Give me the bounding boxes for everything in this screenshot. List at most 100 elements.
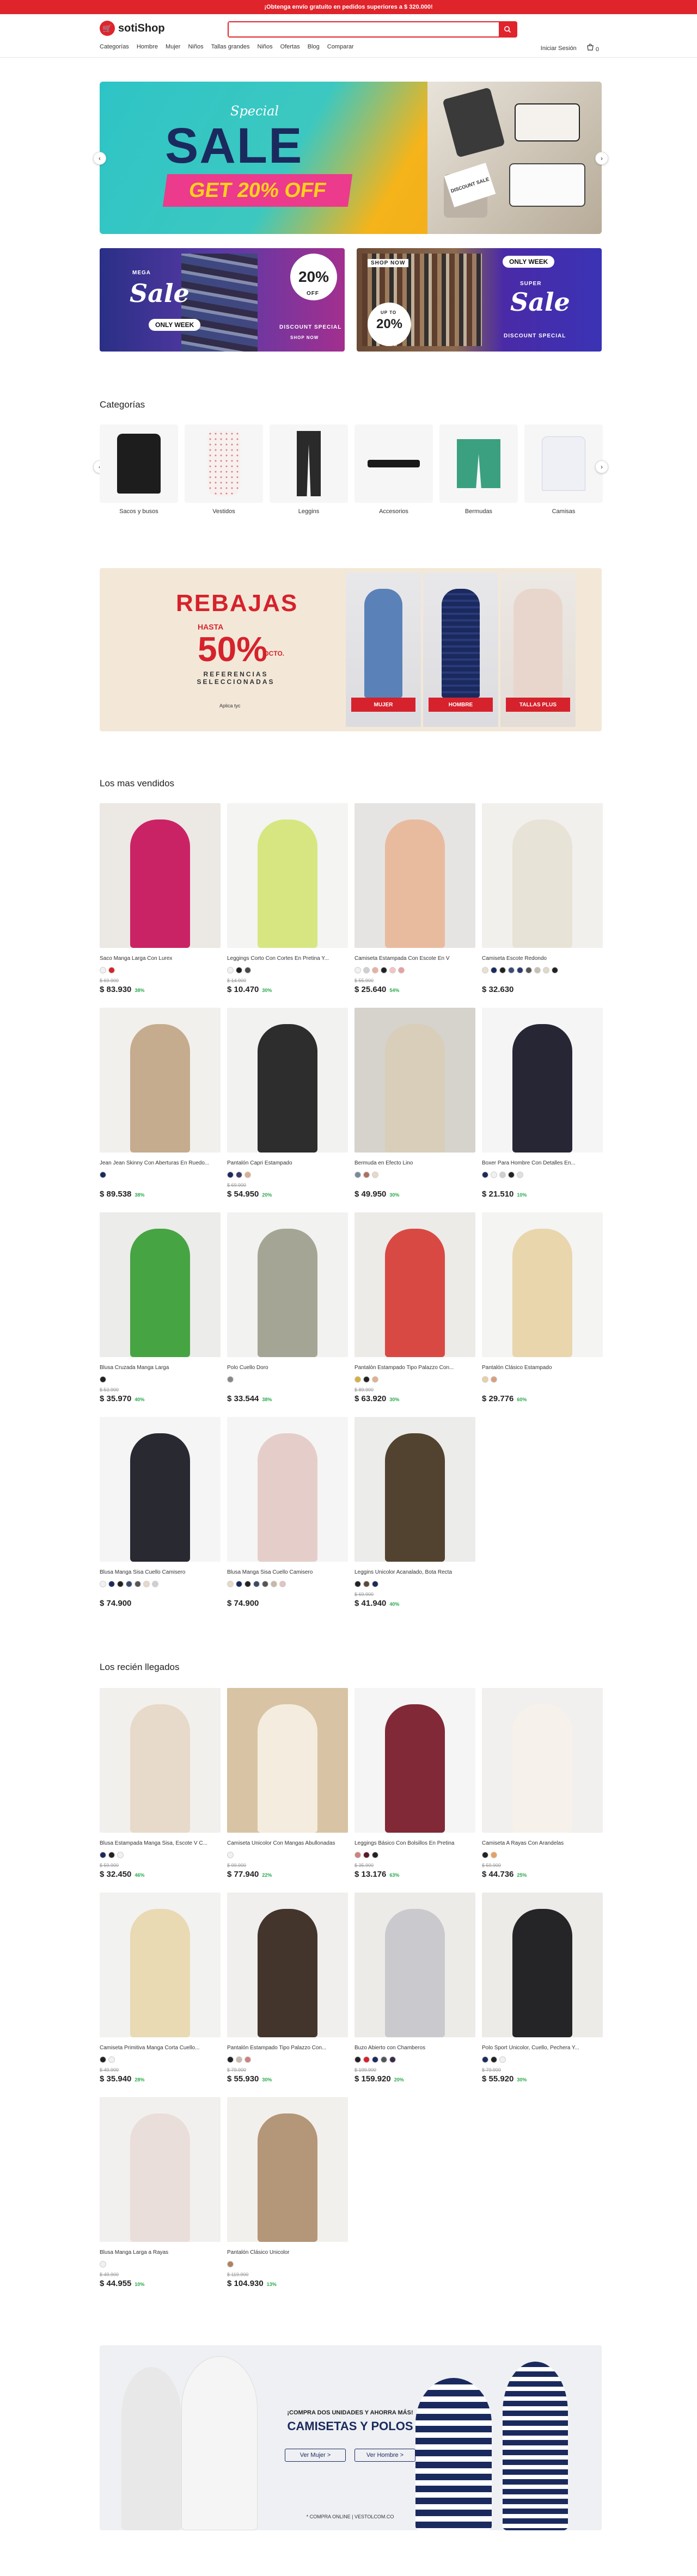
color-swatch[interactable] xyxy=(491,2056,497,2063)
color-swatch[interactable] xyxy=(363,1852,370,1858)
product-name[interactable]: Polo Cuello Doro xyxy=(227,1365,348,1371)
color-swatch[interactable] xyxy=(508,1172,515,1178)
product-image[interactable] xyxy=(227,1893,348,2037)
color-swatch[interactable] xyxy=(534,967,541,973)
color-swatch[interactable] xyxy=(244,2056,251,2063)
color-swatch[interactable] xyxy=(236,1172,242,1178)
color-swatch[interactable] xyxy=(389,2056,396,2063)
product-card[interactable]: Blusa Manga Larga a Rayas $ 49.900 $ 44.… xyxy=(100,2097,221,2295)
color-swatch[interactable] xyxy=(227,2261,234,2267)
rebajas-mujer-button[interactable]: MUJER xyxy=(351,698,415,712)
color-swatch[interactable] xyxy=(236,2056,242,2063)
product-card[interactable]: Boxer Para Hombre Con Detalles En... $ 2… xyxy=(482,1008,603,1206)
rebajas-plus-button[interactable]: TALLAS PLUS xyxy=(506,698,570,712)
color-swatch[interactable] xyxy=(354,1376,361,1383)
nav-ofertas[interactable]: Ofertas xyxy=(280,44,300,50)
color-swatch[interactable] xyxy=(108,1581,115,1587)
color-swatch[interactable] xyxy=(363,2056,370,2063)
product-name[interactable]: Buzo Abierto con Chamberos xyxy=(354,2045,475,2051)
product-image[interactable] xyxy=(354,1688,475,1833)
product-image[interactable] xyxy=(227,1008,348,1153)
color-swatch[interactable] xyxy=(363,1581,370,1587)
product-card[interactable]: Camiseta Estampada Con Escote En V $ 55.… xyxy=(354,803,475,1001)
product-card[interactable]: Leggings Corto Con Cortes En Pretina Y..… xyxy=(227,803,348,1001)
category-vestidos[interactable]: Vestidos xyxy=(185,424,263,522)
product-name[interactable]: Blusa Cruzada Manga Larga xyxy=(100,1365,221,1371)
product-image[interactable] xyxy=(100,1688,221,1833)
color-swatch[interactable] xyxy=(508,967,515,973)
color-swatch[interactable] xyxy=(482,967,488,973)
product-card[interactable]: Blusa Estampada Manga Sisa, Escote V C..… xyxy=(100,1688,221,1886)
color-swatch[interactable] xyxy=(253,1581,260,1587)
product-card[interactable]: Pantalón Estampado Tipo Palazzo Con... $… xyxy=(354,1212,475,1410)
product-image[interactable] xyxy=(354,1417,475,1562)
promo-super-sale[interactable]: SHOP NOW 20% UP TO ONLY WEEK SUPER Sale … xyxy=(357,248,602,352)
color-swatch[interactable] xyxy=(517,967,523,973)
color-swatch[interactable] xyxy=(398,967,405,973)
product-name[interactable]: Bermuda en Efecto Lino xyxy=(354,1160,475,1166)
product-name[interactable]: Camiseta Estampada Con Escote En V xyxy=(354,956,475,962)
color-swatch[interactable] xyxy=(372,1581,378,1587)
color-swatch[interactable] xyxy=(236,967,242,973)
product-image[interactable] xyxy=(227,1688,348,1833)
product-name[interactable]: Camiseta A Rayas Con Arandelas xyxy=(482,1840,603,1846)
product-card[interactable]: Pantalón Estampado Tipo Palazzo Con... $… xyxy=(227,1893,348,2091)
nav-hombre[interactable]: Hombre xyxy=(137,44,158,50)
color-swatch[interactable] xyxy=(354,1581,361,1587)
color-swatch[interactable] xyxy=(372,1852,378,1858)
color-swatch[interactable] xyxy=(363,1376,370,1383)
product-card[interactable]: Camiseta Unicolor Con Mangas Abullonadas… xyxy=(227,1688,348,1886)
search-input[interactable] xyxy=(229,22,499,36)
product-name[interactable]: Saco Manga Larga Con Lurex xyxy=(100,956,221,962)
hero-next-button[interactable]: › xyxy=(595,152,608,165)
product-image[interactable] xyxy=(482,1688,603,1833)
nav-mujer[interactable]: Mujer xyxy=(166,44,181,50)
color-swatch[interactable] xyxy=(491,1376,497,1383)
product-image[interactable] xyxy=(100,2097,221,2242)
color-swatch[interactable] xyxy=(372,1172,378,1178)
product-card[interactable]: Leggins Unicolor Acanalado, Bota Recta $… xyxy=(354,1417,475,1615)
product-name[interactable]: Camiseta Unicolor Con Mangas Abullonadas xyxy=(227,1840,348,1846)
color-swatch[interactable] xyxy=(389,967,396,973)
product-card[interactable]: Saco Manga Larga Con Lurex $ 69.900 $ 83… xyxy=(100,803,221,1001)
color-swatch[interactable] xyxy=(100,1852,106,1858)
color-swatch[interactable] xyxy=(244,967,251,973)
category-accesorios[interactable]: Accesorios xyxy=(354,424,433,522)
product-card[interactable]: Polo Cuello Doro $ 33.544 38% xyxy=(227,1212,348,1410)
color-swatch[interactable] xyxy=(279,1581,286,1587)
product-image[interactable] xyxy=(227,2097,348,2242)
color-swatch[interactable] xyxy=(227,1581,234,1587)
promo-mega-sale[interactable]: MEGA Sale ONLY WEEK 20% OFF DISCOUNT SPE… xyxy=(100,248,345,352)
product-name[interactable]: Camiseta Escote Redondo xyxy=(482,956,603,962)
banner-ver-mujer-button[interactable]: Ver Mujer > xyxy=(285,2449,346,2462)
search-button[interactable] xyxy=(499,22,516,36)
color-swatch[interactable] xyxy=(227,1172,234,1178)
product-card[interactable]: Pantalón Clásico Estampado $ 29.776 60% xyxy=(482,1212,603,1410)
category-camisas[interactable]: Camisas xyxy=(524,424,603,522)
color-swatch[interactable] xyxy=(517,1172,523,1178)
color-swatch[interactable] xyxy=(100,2056,106,2063)
product-name[interactable]: Blusa Manga Sisa Cuello Camisero xyxy=(227,1569,348,1575)
site-logo[interactable]: 🛒 sotiShop xyxy=(100,21,165,36)
color-swatch[interactable] xyxy=(491,1172,497,1178)
product-image[interactable] xyxy=(482,1008,603,1153)
product-name[interactable]: Pantalón Estampado Tipo Palazzo Con... xyxy=(354,1365,475,1371)
product-card[interactable]: Blusa Manga Sisa Cuello Camisero $ 74.90… xyxy=(100,1417,221,1615)
color-swatch[interactable] xyxy=(271,1581,277,1587)
hero-prev-button[interactable]: ‹ xyxy=(93,152,106,165)
color-swatch[interactable] xyxy=(354,1852,361,1858)
product-image[interactable] xyxy=(227,1417,348,1562)
color-swatch[interactable] xyxy=(227,1852,234,1858)
color-swatch[interactable] xyxy=(482,1376,488,1383)
rebajas-hombre-button[interactable]: HOMBRE xyxy=(429,698,493,712)
product-card[interactable]: Blusa Cruzada Manga Larga $ 53.900 $ 35.… xyxy=(100,1212,221,1410)
nav-tallas-grandes[interactable]: Tallas grandes xyxy=(211,44,250,50)
product-name[interactable]: Pantalón Capri Estampado xyxy=(227,1160,348,1166)
promo-right-shop-now[interactable]: SHOP NOW xyxy=(368,259,409,267)
banner-ver-hombre-button[interactable]: Ver Hombre > xyxy=(354,2449,415,2462)
color-swatch[interactable] xyxy=(552,967,558,973)
color-swatch[interactable] xyxy=(354,2056,361,2063)
color-swatch[interactable] xyxy=(126,1581,132,1587)
color-swatch[interactable] xyxy=(499,1172,506,1178)
product-name[interactable]: Leggins Unicolor Acanalado, Bota Recta xyxy=(354,1569,475,1575)
